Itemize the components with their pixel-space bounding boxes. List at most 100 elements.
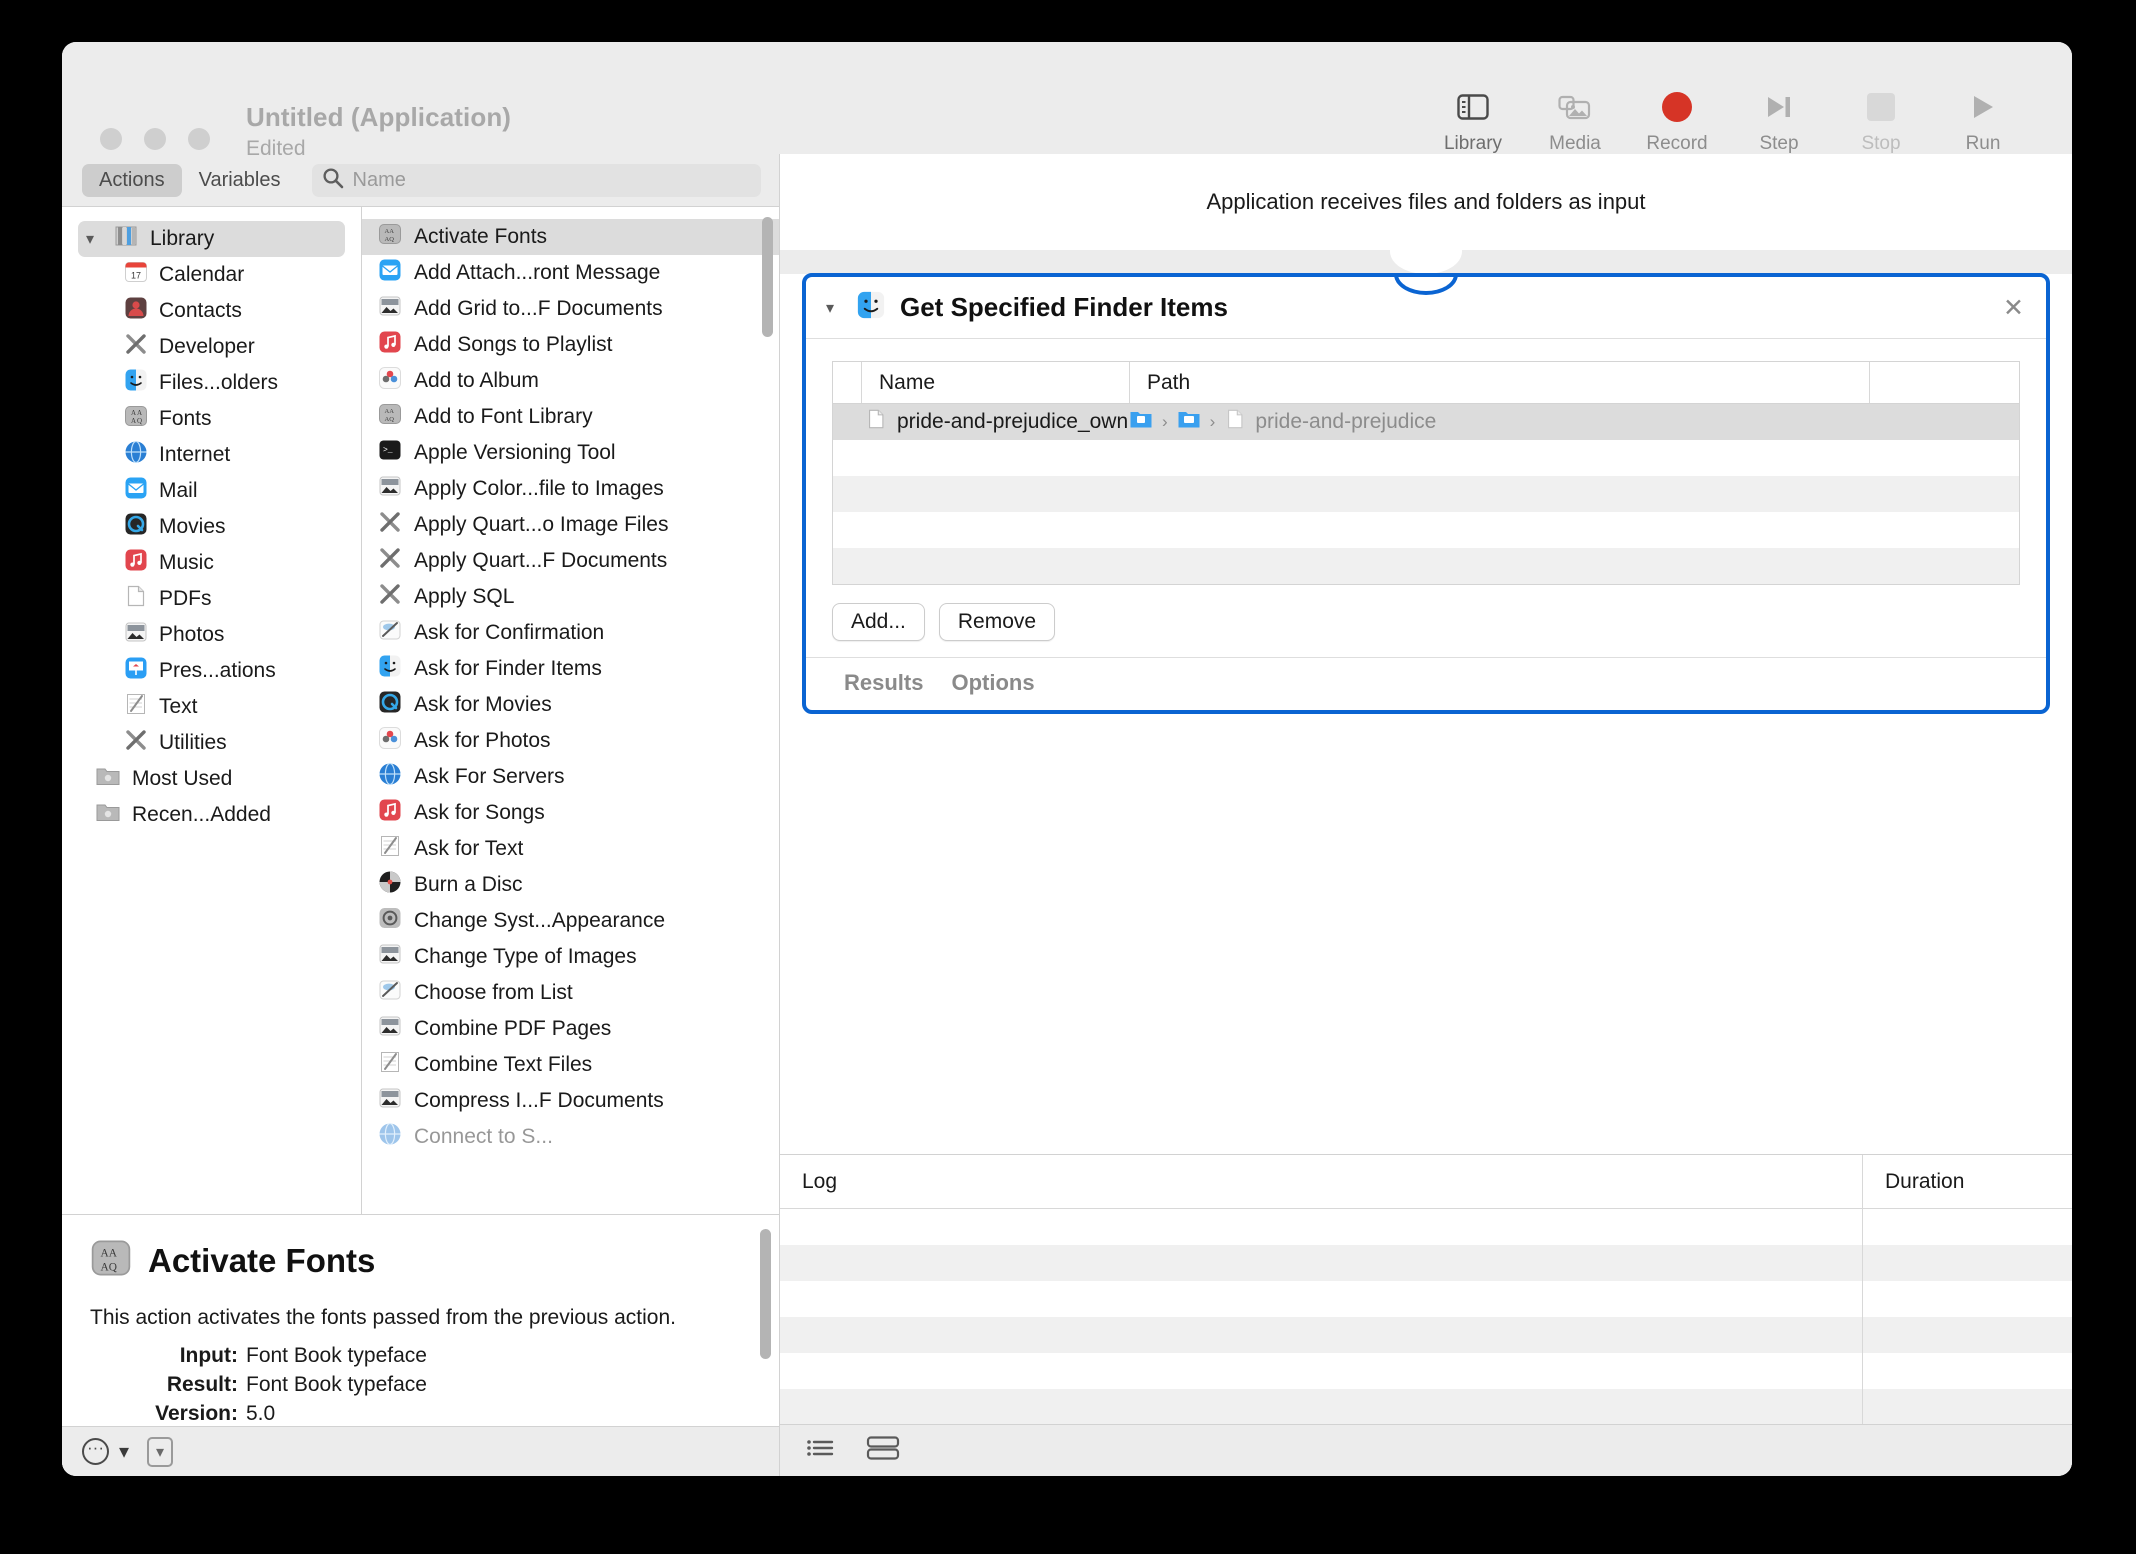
maximize-window-button[interactable] (188, 128, 210, 150)
table-header-gutter (833, 362, 861, 403)
sidebar-item-utilities[interactable]: Utilities (62, 725, 361, 761)
photos-app-icon (378, 474, 402, 504)
tab-results[interactable]: Results (844, 670, 923, 696)
svg-text:AA: AA (385, 228, 395, 235)
ellipsis-circle-icon[interactable]: ··· (82, 1438, 109, 1465)
sidebar-item-internet[interactable]: Internet (62, 437, 361, 473)
list-item-label: Connect to S... (414, 1125, 553, 1148)
search-input[interactable]: Name (311, 163, 761, 197)
chevron-down-icon[interactable]: ▾ (119, 1439, 129, 1464)
tab-actions[interactable]: Actions (82, 163, 182, 197)
duration-cell (1862, 1317, 2072, 1353)
list-item[interactable]: >_ Apple Versioning Tool (362, 435, 779, 471)
list-item[interactable]: Ask for Finder Items (362, 651, 779, 687)
disc-icon (378, 870, 402, 900)
list-item[interactable]: AA AQ Activate Fonts (362, 219, 779, 255)
chevron-down-icon[interactable]: ▾ (86, 229, 102, 249)
chevron-down-icon[interactable]: ▾ (826, 298, 842, 318)
list-item-label: Activate Fonts (414, 225, 548, 248)
sidebar-item-files-and-folders[interactable]: Files...olders (62, 365, 361, 401)
sidebar-item-mail[interactable]: Mail (62, 473, 361, 509)
sidebar-item-photos[interactable]: Photos (62, 617, 361, 653)
list-item-label: Burn a Disc (414, 873, 523, 896)
row-file-name-cell: pride-and-prejudice_own (861, 407, 1129, 437)
log-row-empty (780, 1209, 2072, 1245)
sidebar-item-presentations[interactable]: Pres...ations (62, 653, 361, 689)
list-item[interactable]: Connect to S... (362, 1119, 779, 1155)
folder-icon (1129, 408, 1153, 436)
action-list[interactable]: AA AQ Activate Fonts Add Attach...ront Me… (362, 207, 779, 1214)
list-item[interactable]: Ask for Songs (362, 795, 779, 831)
list-view-icon[interactable] (806, 1436, 836, 1465)
sidebar-item-library[interactable]: ▾ Library (78, 221, 345, 257)
close-window-button[interactable] (100, 128, 122, 150)
list-item[interactable]: Burn a Disc (362, 867, 779, 903)
sidebar-item-music[interactable]: Music (62, 545, 361, 581)
workflow-canvas[interactable]: ▾ Get Specified Finder Items ✕ Name Path… (780, 250, 2072, 1154)
list-item[interactable]: Apply Color...file to Images (362, 471, 779, 507)
sidebar-item-movies[interactable]: Movies (62, 509, 361, 545)
add-button[interactable]: Add... (832, 603, 925, 641)
list-item[interactable]: Ask for Movies (362, 687, 779, 723)
split-view-icon[interactable] (866, 1435, 900, 1466)
list-item[interactable]: Ask for Text (362, 831, 779, 867)
toolbar-button-media[interactable]: Media (1524, 90, 1626, 155)
column-header-duration[interactable]: Duration (1862, 1155, 2072, 1208)
sidebar-item-recently-added[interactable]: Recen...Added (62, 797, 361, 833)
list-item[interactable]: Choose from List (362, 975, 779, 1011)
photos-app-icon (378, 1086, 402, 1116)
column-header-log[interactable]: Log (780, 1155, 1862, 1208)
list-item[interactable]: Change Type of Images (362, 939, 779, 975)
list-item[interactable]: Add to Album (362, 363, 779, 399)
column-header-name[interactable]: Name (861, 362, 1129, 403)
list-item-label: Apply Color...file to Images (414, 477, 664, 500)
svg-text:AQ: AQ (385, 236, 395, 243)
toolbar-button-record[interactable]: Record (1626, 90, 1728, 155)
tab-options[interactable]: Options (951, 670, 1034, 696)
remove-button[interactable]: Remove (938, 603, 1056, 641)
library-status-bar: ··· ▾ ▾ (62, 1426, 779, 1476)
list-item[interactable]: Apply SQL (362, 579, 779, 615)
sidebar-item-most-used[interactable]: Most Used (62, 761, 361, 797)
column-header-path[interactable]: Path (1129, 362, 1869, 403)
action-card-get-specified-finder-items[interactable]: ▾ Get Specified Finder Items ✕ Name Path… (802, 273, 2050, 714)
toolbar-label-library: Library (1443, 133, 1503, 154)
list-item[interactable]: Apply Quart...o Image Files (362, 507, 779, 543)
action-list-scrollbar[interactable] (762, 217, 773, 337)
list-item[interactable]: Combine Text Files (362, 1047, 779, 1083)
sidebar-label-recently-added: Recen...Added (132, 803, 271, 826)
sidebar-item-calendar[interactable]: 17 Calendar (62, 257, 361, 293)
log-panel: Log Duration (780, 1154, 2072, 1425)
list-item[interactable]: Ask for Photos (362, 723, 779, 759)
toolbar-button-run[interactable]: Run (1932, 90, 2034, 155)
sidebar-item-developer[interactable]: Developer (62, 329, 361, 365)
log-row-empty (780, 1317, 2072, 1353)
tab-variables[interactable]: Variables (182, 164, 298, 197)
minimize-window-button[interactable] (144, 128, 166, 150)
sidebar-item-text[interactable]: Text (62, 689, 361, 725)
toolbar-button-step[interactable]: Step (1728, 90, 1830, 155)
list-item[interactable]: Add Songs to Playlist (362, 327, 779, 363)
toolbar-button-library[interactable]: Library (1422, 90, 1524, 155)
list-item[interactable]: Ask for Confirmation (362, 615, 779, 651)
sidebar-label-movies: Movies (159, 515, 226, 538)
list-item[interactable]: Apply Quart...F Documents (362, 543, 779, 579)
list-item[interactable]: Combine PDF Pages (362, 1011, 779, 1047)
meta-key-version: Version: (155, 1402, 238, 1425)
list-item[interactable]: Add Grid to...F Documents (362, 291, 779, 327)
list-item[interactable]: Compress I...F Documents (362, 1083, 779, 1119)
sidebar-item-fonts[interactable]: A A A Q Fonts (62, 401, 361, 437)
log-cell (780, 1389, 1862, 1425)
list-item[interactable]: Change Syst...Appearance (362, 903, 779, 939)
close-icon[interactable]: ✕ (2003, 293, 2024, 323)
toolbar-button-stop[interactable]: Stop (1830, 90, 1932, 155)
list-item[interactable]: AA AQ Add to Font Library (362, 399, 779, 435)
table-row[interactable]: pride-and-prejudice_own › › pride-and-pr… (833, 404, 2019, 440)
chevron-down-box-icon[interactable]: ▾ (147, 1436, 174, 1467)
sidebar-item-contacts[interactable]: Contacts (62, 293, 361, 329)
list-item[interactable]: Add Attach...ront Message (362, 255, 779, 291)
sidebar-item-pdfs[interactable]: PDFs (62, 581, 361, 617)
list-item[interactable]: Ask For Servers (362, 759, 779, 795)
description-scrollbar[interactable] (760, 1229, 771, 1359)
duration-cell (1862, 1209, 2072, 1245)
